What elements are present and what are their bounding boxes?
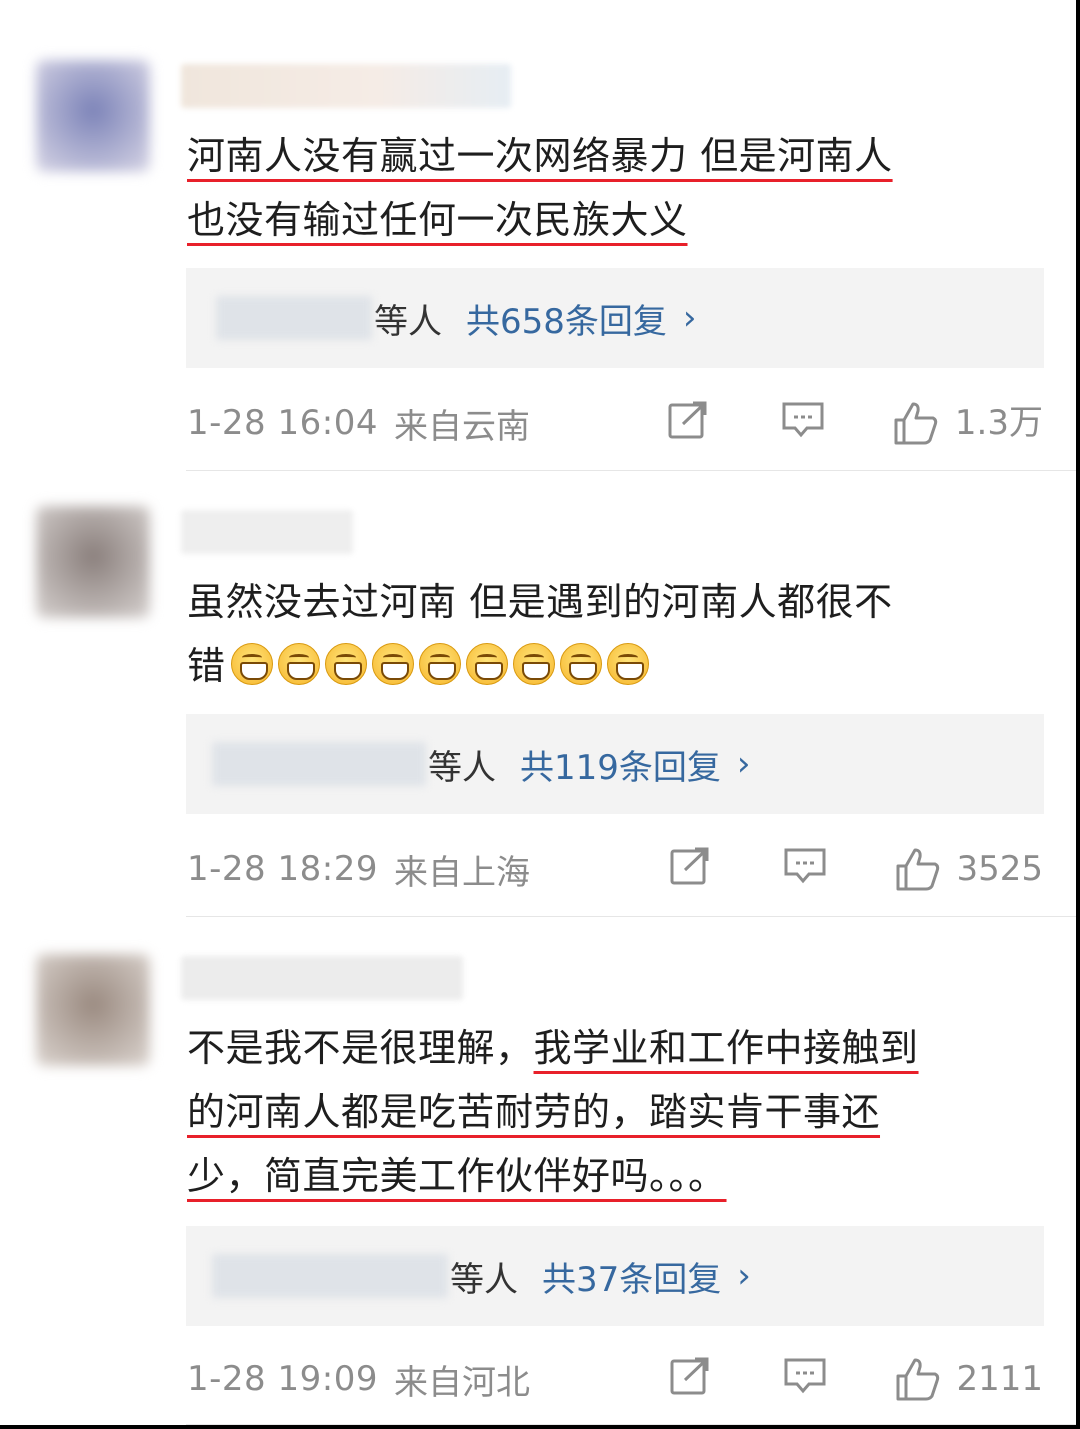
comment-meta: 1-28 19:09 来自河北 2111 (187, 1354, 1043, 1404)
comment-line: 也没有输过任何一次民族大义 (187, 198, 688, 242)
grin-emoji (371, 643, 414, 685)
share-icon[interactable] (667, 400, 711, 440)
timestamp: 1-28 18:29 (187, 849, 378, 889)
comment-icon[interactable] (783, 1356, 827, 1396)
comment-meta: 1-28 16:04 来自云南 1.3万 (187, 398, 1043, 448)
reply-suffix: 等人 (374, 301, 442, 342)
reply-count-link[interactable]: 共119条回复 (520, 740, 721, 789)
chevron-right-icon[interactable]: › (737, 1256, 751, 1296)
divider (186, 470, 1076, 471)
grin-emoji (512, 643, 555, 685)
divider (186, 1424, 1076, 1425)
reply-suffix: 等人 (450, 1259, 518, 1300)
grin-emoji (230, 643, 273, 685)
grin-emoji (277, 643, 320, 685)
grin-emoji (559, 643, 602, 685)
reply-preview[interactable]: 等人 共119条回复 › (186, 714, 1044, 814)
username[interactable] (181, 510, 353, 554)
comment-text: 不是我不是很理解，我学业和工作中接触到 的河南人都是吃苦耐劳的，踏实肯干事还 少… (187, 1016, 1047, 1208)
grin-emoji (465, 643, 508, 685)
reply-count-link[interactable]: 共658条回复 (466, 294, 667, 343)
chevron-right-icon[interactable]: › (683, 298, 697, 338)
share-icon[interactable] (669, 846, 713, 886)
comment-line: 虽然没去过河南 但是遇到的河南人都很不 (187, 580, 893, 624)
timestamp: 1-28 19:09 (187, 1359, 378, 1399)
reply-users (216, 296, 372, 340)
comment-line: 的河南人都是吃苦耐劳的，踏实肯干事还 (187, 1090, 881, 1134)
comment-text: 虽然没去过河南 但是遇到的河南人都很不 错 (187, 570, 1047, 698)
avatar[interactable] (36, 954, 150, 1066)
reply-users (212, 742, 426, 786)
like-count: 2111 (956, 1359, 1043, 1399)
like-count: 3525 (956, 849, 1043, 889)
like-icon[interactable] (895, 846, 941, 892)
grin-emoji (418, 643, 461, 685)
reply-suffix: 等人 (428, 747, 496, 788)
like-icon[interactable] (895, 1356, 941, 1402)
location: 来自河北 (393, 1362, 530, 1403)
avatar[interactable] (36, 506, 150, 618)
timestamp: 1-28 16:04 (187, 403, 378, 443)
username[interactable] (181, 64, 511, 108)
like-icon[interactable] (893, 400, 939, 446)
like-count: 1.3万 (954, 403, 1043, 443)
grin-emoji (606, 643, 649, 685)
comment-text: 河南人没有赢过一次网络暴力 但是河南人 也没有输过任何一次民族大义 (187, 124, 1047, 252)
comment-line: 河南人没有赢过一次网络暴力 但是河南人 (187, 134, 893, 178)
comment-line: 少，简直完美工作伙伴好吗。。。 (187, 1154, 727, 1198)
share-icon[interactable] (669, 1356, 713, 1396)
reply-preview[interactable]: 等人 共37条回复 › (186, 1226, 1044, 1326)
grin-emoji-group (226, 643, 649, 688)
chevron-right-icon[interactable]: › (737, 744, 751, 784)
reply-users (212, 1254, 448, 1298)
comment-line: 错 (187, 644, 226, 688)
divider (186, 916, 1076, 917)
avatar[interactable] (36, 60, 150, 172)
reply-preview[interactable]: 等人 共658条回复 › (186, 268, 1044, 368)
reply-count-link[interactable]: 共37条回复 (542, 1252, 721, 1301)
grin-emoji (324, 643, 367, 685)
comment-meta: 1-28 18:29 来自上海 3525 (187, 844, 1043, 894)
comment-list: 河南人没有赢过一次网络暴力 但是河南人 也没有输过任何一次民族大义 等人 共65… (0, 0, 1076, 1425)
username[interactable] (181, 956, 463, 1000)
comment-line: 我学业和工作中接触到 (533, 1026, 919, 1070)
location: 来自云南 (393, 406, 530, 447)
comment-line-plain: 不是我不是很理解， (187, 1026, 534, 1070)
comment-icon[interactable] (781, 400, 825, 440)
comment-icon[interactable] (783, 846, 827, 886)
location: 来自上海 (393, 852, 530, 893)
